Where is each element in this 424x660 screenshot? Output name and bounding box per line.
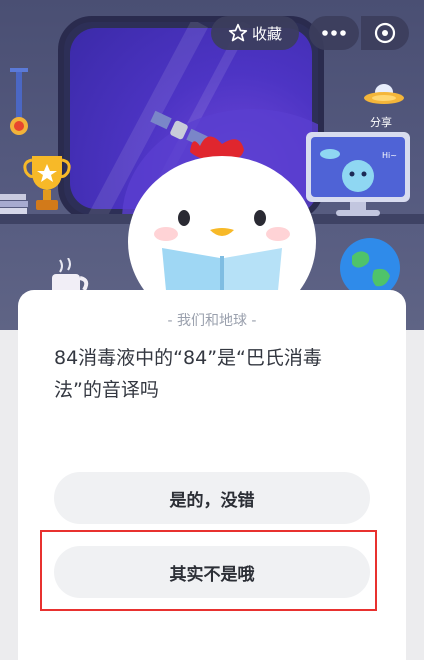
share-label[interactable]: 分享: [364, 114, 398, 130]
more-button[interactable]: [309, 16, 359, 50]
close-button[interactable]: [361, 16, 409, 50]
answer-option-yes[interactable]: 是的，没错: [54, 472, 370, 524]
monitor-bubble-text: Hi~: [382, 151, 397, 160]
quiz-category: - 我们和地球 -: [167, 313, 257, 329]
share-ufo-icon[interactable]: [362, 78, 406, 114]
trophy-icon: [23, 156, 71, 210]
quiz-question: 84消毒液中的“84”是“巴氏消毒法”的音译吗: [54, 347, 322, 401]
more-icon: [322, 30, 346, 36]
favorite-button[interactable]: 收藏: [211, 16, 299, 50]
star-icon: [228, 23, 248, 42]
answer-highlight-box: [40, 530, 377, 611]
favorite-label: 收藏: [251, 24, 282, 43]
medal-icon: [10, 68, 28, 135]
monitor-icon: Hi~: [306, 132, 410, 216]
close-target-icon: [374, 22, 396, 44]
hero-illustration: Hi~ 收藏 分享: [0, 0, 424, 330]
